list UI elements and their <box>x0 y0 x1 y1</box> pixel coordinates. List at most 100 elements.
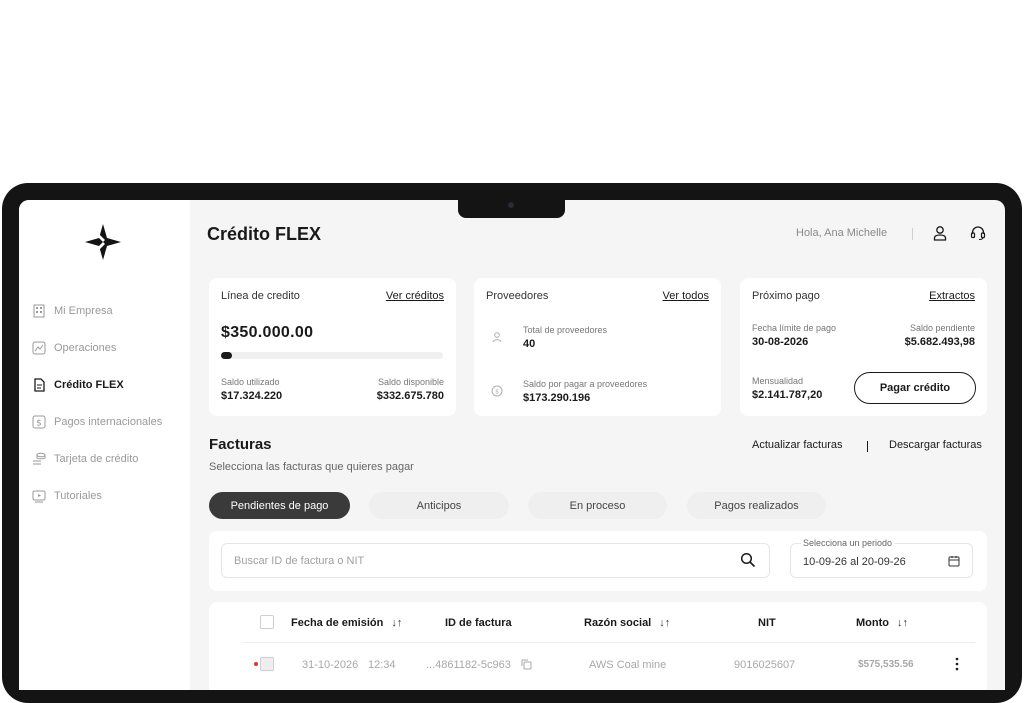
main-content: Crédito FLEX Hola, Ana Michelle Línea de… <box>190 200 1005 690</box>
svg-text:$: $ <box>36 418 42 428</box>
total-suppliers-value: 40 <box>523 338 536 350</box>
column-amount[interactable]: Monto ↓↑ <box>856 617 908 629</box>
page-title: Crédito FLEX <box>207 224 322 244</box>
chart-icon <box>31 340 47 356</box>
sidebar-item-label: Mi Empresa <box>54 304 113 317</box>
sidebar-item-tarjeta-de-credito[interactable]: Tarjeta de crédito <box>31 440 162 477</box>
user-greeting: Hola, Ana Michelle <box>796 227 888 239</box>
app-screen: Mi Empresa Operaciones Crédito FLEX $ Pa… <box>19 200 1005 690</box>
column-nit-label: NIT <box>758 617 776 629</box>
period-value: 10-09-26 al 20-09-26 <box>803 556 906 568</box>
credit-line-title: Línea de credito <box>221 290 300 302</box>
column-id: ID de factura <box>445 617 512 629</box>
sort-icon[interactable]: ↓↑ <box>659 617 670 629</box>
search-input[interactable] <box>221 543 770 578</box>
sidebar-item-label: Tutoriales <box>54 489 102 502</box>
statements-link[interactable]: Extractos <box>929 290 975 302</box>
sidebar-item-operaciones[interactable]: Operaciones <box>31 329 162 366</box>
header-divider <box>243 642 975 643</box>
row-date: 31-10-2026 <box>302 659 359 671</box>
sidebar-item-tutoriales[interactable]: Tutoriales <box>31 477 162 514</box>
next-payment-card: Próximo pago Extractos Fecha límite de p… <box>740 278 987 416</box>
invoices-table: Fecha de emisión ↓↑ ID de factura Razón s… <box>209 602 987 690</box>
sidebar-nav: Mi Empresa Operaciones Crédito FLEX $ Pa… <box>31 292 162 514</box>
select-all-checkbox[interactable] <box>260 615 274 629</box>
sidebar-item-pagos-internacionales[interactable]: $ Pagos internacionales <box>31 403 162 440</box>
column-id-label: ID de factura <box>445 617 512 629</box>
laptop-frame: Mi Empresa Operaciones Crédito FLEX $ Pa… <box>2 183 1022 703</box>
brand-logo[interactable] <box>83 222 123 262</box>
tab-en-proceso[interactable]: En proceso <box>528 492 667 519</box>
suppliers-icon <box>492 332 502 343</box>
period-picker[interactable]: Selecciona un periodo 10-09-26 al 20-09-… <box>790 538 973 578</box>
sidebar-item-label: Pagos internacionales <box>54 415 163 428</box>
credit-usage-bar <box>221 352 443 359</box>
svg-text:$: $ <box>495 389 499 396</box>
update-invoices-link[interactable]: Actualizar facturas <box>752 439 842 451</box>
coin-icon: $ <box>491 385 503 397</box>
column-nit: NIT <box>758 617 776 629</box>
sidebar-item-credito-flex[interactable]: Crédito FLEX <box>31 366 162 403</box>
status-dot <box>254 662 258 666</box>
pending-suppliers-value: $173.290.196 <box>523 392 591 404</box>
row-amount: $575,535.56 <box>858 659 914 670</box>
tab-anticipos[interactable]: Anticipos <box>369 492 509 519</box>
monthly-label: Mensualidad <box>752 376 804 386</box>
column-date[interactable]: Fecha de emisión ↓↑ <box>291 617 402 629</box>
due-date-value: 30-08-2026 <box>752 336 809 348</box>
pending-balance-label: Saldo pendiente <box>909 323 975 333</box>
column-amount-label: Monto <box>856 617 889 629</box>
sidebar-item-label: Operaciones <box>54 341 117 354</box>
user-icon[interactable] <box>930 223 950 243</box>
period-label: Selecciona un periodo <box>801 538 895 548</box>
download-invoices-link[interactable]: Descargar facturas <box>889 439 982 451</box>
available-balance-label: Saldo disponible <box>377 377 444 387</box>
headset-icon[interactable] <box>968 223 988 243</box>
used-balance-label: Saldo utilizado <box>221 377 280 387</box>
credit-line-card: Línea de credito Ver créditos $350.000.0… <box>209 278 456 416</box>
row-nit: 9016025607 <box>734 659 796 671</box>
tab-pagos-realizados[interactable]: Pagos realizados <box>687 492 826 519</box>
sidebar-item-label: Crédito FLEX <box>54 378 124 391</box>
search-icon[interactable] <box>740 552 756 568</box>
column-company[interactable]: Razón social ↓↑ <box>584 617 670 629</box>
row-time: 12:34 <box>368 659 396 671</box>
sidebar-item-label: Tarjeta de crédito <box>54 452 139 465</box>
dollar-icon: $ <box>31 414 47 430</box>
calendar-icon <box>948 556 960 567</box>
pay-credit-button[interactable]: Pagar crédito <box>854 372 976 404</box>
card-coins-icon <box>31 451 47 467</box>
due-date-label: Fecha límite de pago <box>752 323 837 333</box>
header-divider <box>912 228 913 240</box>
pending-suppliers-label: Saldo por pagar a proveedores <box>523 379 648 389</box>
building-icon <box>31 303 47 319</box>
sidebar: Mi Empresa Operaciones Crédito FLEX $ Pa… <box>19 200 190 690</box>
row-checkbox[interactable] <box>260 657 274 671</box>
view-credits-link[interactable]: Ver créditos <box>386 290 444 302</box>
available-balance-value: $332.675.780 <box>376 390 444 402</box>
camera-notch <box>458 198 565 218</box>
tab-pendientes[interactable]: Pendientes de pago <box>209 492 350 519</box>
more-options-icon[interactable] <box>954 657 960 671</box>
sidebar-item-mi-empresa[interactable]: Mi Empresa <box>31 292 162 329</box>
sort-icon[interactable]: ↓↑ <box>897 617 908 629</box>
column-date-label: Fecha de emisión <box>291 617 384 629</box>
invoices-subtitle: Selecciona las facturas que quieres paga… <box>209 461 414 473</box>
copy-icon[interactable] <box>521 659 532 670</box>
pending-balance-value: $5.682.493,98 <box>904 336 975 348</box>
row-company: AWS Coal mine <box>589 659 667 671</box>
monthly-value: $2.141.787,20 <box>752 389 823 401</box>
row-id: ...4861182-5c963 <box>426 659 511 671</box>
credit-usage-fill <box>221 352 233 359</box>
filter-panel: Selecciona un periodo 10-09-26 al 20-09-… <box>209 531 987 591</box>
total-suppliers-label: Total de proveedores <box>523 325 608 335</box>
credit-line-amount: $350.000.00 <box>221 324 314 341</box>
used-balance-value: $17.324.220 <box>221 390 283 402</box>
suppliers-card: Proveedores Ver todos Total de proveedor… <box>474 278 721 416</box>
video-icon <box>31 488 47 504</box>
sort-icon[interactable]: ↓↑ <box>391 617 402 629</box>
camera-icon <box>508 202 514 208</box>
view-all-link[interactable]: Ver todos <box>663 290 709 302</box>
document-icon <box>31 377 47 393</box>
next-payment-title: Próximo pago <box>752 290 820 302</box>
